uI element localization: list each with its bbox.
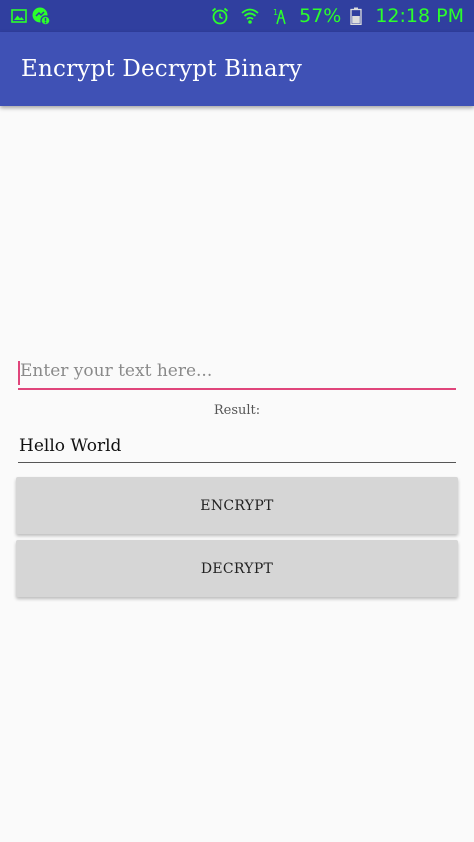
signal-icon: 1 — [269, 5, 291, 27]
app-bar: Encrypt Decrypt Binary — [0, 32, 474, 106]
text-cursor — [18, 361, 20, 385]
status-right-group: 1 57% 12:18 PM — [209, 5, 464, 27]
status-bar: 1 57% 12:18 PM — [0, 0, 474, 32]
status-left-group — [8, 5, 52, 27]
alarm-icon — [209, 5, 231, 27]
wifi-icon — [239, 5, 261, 27]
text-input[interactable] — [18, 358, 456, 390]
messenger-icon — [30, 5, 52, 27]
result-value: Hello World — [18, 436, 456, 463]
app-title: Encrypt Decrypt Binary — [21, 56, 303, 82]
battery-percent: 57% — [299, 4, 342, 27]
battery-icon — [345, 5, 367, 27]
svg-text:1: 1 — [273, 8, 278, 17]
encrypt-button[interactable]: ENCRYPT — [16, 477, 458, 534]
result-label: Result: — [213, 403, 261, 418]
status-time: 12:18 PM — [375, 4, 464, 27]
decrypt-button[interactable]: DECRYPT — [16, 540, 458, 597]
image-icon — [8, 5, 30, 27]
